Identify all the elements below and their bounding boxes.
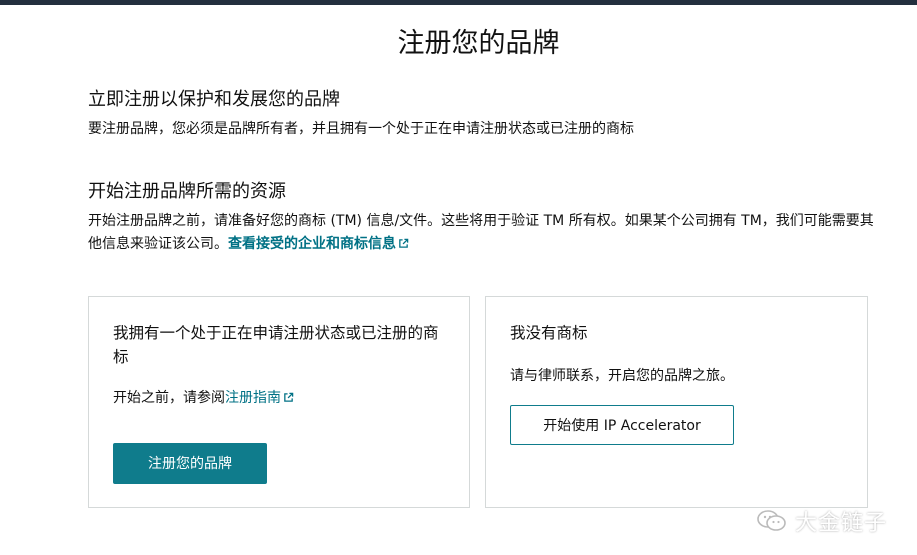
watermark-text: 大金链子 (794, 511, 887, 536)
ip-accelerator-button[interactable]: 开始使用 IP Accelerator (510, 405, 734, 445)
no-trademark-text: 请与律师联系，开启您的品牌之旅。 (510, 368, 734, 384)
resources-body-text: 开始注册品牌之前，请准备好您的商标 (TM) 信息/文件。这些将用于验证 TM … (88, 213, 874, 252)
intro-section: 立即注册以保护和发展您的品牌 要注册品牌，您必须是品牌所有者，并且拥有一个处于正… (88, 88, 878, 141)
external-link-icon (284, 392, 294, 402)
external-link-icon (399, 238, 409, 248)
resources-section: 开始注册品牌所需的资源 开始注册品牌之前，请准备好您的商标 (TM) 信息/文件… (88, 180, 878, 256)
top-navigation-bar (0, 0, 917, 5)
have-trademark-text: 开始之前，请参阅注册指南 (113, 388, 294, 408)
intro-heading: 立即注册以保护和发展您的品牌 (88, 89, 340, 110)
resources-body: 开始注册品牌之前，请准备好您的商标 (TM) 信息/文件。这些将用于验证 TM … (88, 210, 878, 256)
no-trademark-title: 我没有商标 (510, 324, 588, 342)
guide-prefix-text: 开始之前，请参阅 (113, 390, 225, 406)
registration-guide-link[interactable]: 注册指南 (225, 390, 294, 406)
have-trademark-title: 我拥有一个处于正在申请注册状态或已注册的商标 (113, 324, 439, 366)
watermark: 大金链子 (757, 505, 887, 537)
page-title: 注册您的品牌 (397, 28, 560, 59)
accepted-info-link[interactable]: 查看接受的企业和商标信息 (228, 236, 409, 252)
wechat-icon (757, 510, 786, 531)
registration-guide-link-label: 注册指南 (225, 390, 281, 406)
register-brand-button[interactable]: 注册您的品牌 (113, 443, 267, 484)
intro-body: 要注册品牌，您必须是品牌所有者，并且拥有一个处于正在申请注册状态或已注册的商标 (88, 121, 634, 137)
resources-heading: 开始注册品牌所需的资源 (88, 181, 286, 202)
have-trademark-card: 我拥有一个处于正在申请注册状态或已注册的商标 开始之前，请参阅注册指南 注册您的… (88, 296, 470, 508)
accepted-info-link-label: 查看接受的企业和商标信息 (228, 236, 396, 252)
no-trademark-card: 我没有商标 请与律师联系，开启您的品牌之旅。 开始使用 IP Accelerat… (485, 296, 868, 508)
